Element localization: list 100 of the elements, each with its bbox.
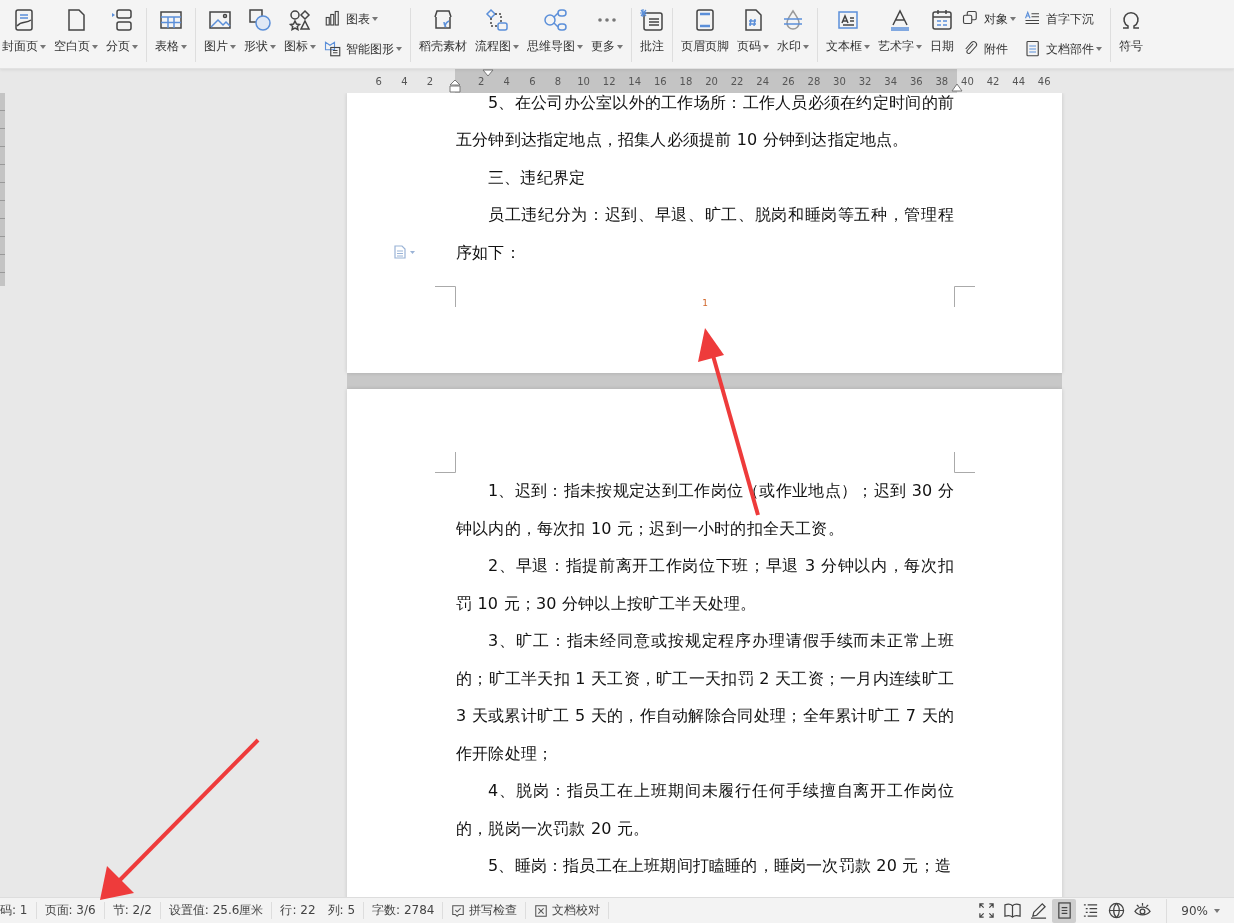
header-footer-icon — [693, 8, 717, 32]
paragraph-text: 2、早退：指提前离开工作岗位下班；早退 3 分钟以内，每次扣罚 10 元；30 分钟以上按旷工半天处理。 — [456, 555, 954, 615]
caret-icon — [513, 44, 519, 49]
caret-icon — [92, 44, 98, 49]
ruler-number: 42 — [985, 75, 1001, 87]
caret-icon — [132, 44, 138, 49]
caret-icon — [577, 44, 583, 49]
caret-icon — [763, 44, 769, 49]
status-text: 列: 5 — [327, 902, 356, 919]
toolbar-button[interactable]: 图标 — [280, 8, 320, 62]
toolbar-button[interactable]: 表格 — [151, 8, 191, 62]
toolbar-button[interactable]: 符号 — [1115, 8, 1147, 62]
caret-icon — [864, 44, 870, 49]
spell-check-icon — [451, 903, 466, 918]
toolbar-button[interactable]: 形状 — [240, 8, 280, 62]
ruler-number: 36 — [908, 75, 924, 87]
eye-icon — [1133, 902, 1151, 919]
ruler-number: 40 — [960, 75, 975, 87]
status-text: 页面: 3/6 — [44, 902, 96, 919]
ruler-number: 38 — [934, 75, 950, 87]
paragraph-text: 3、旷工：指未经同意或按规定程序办理请假手续而未正常上班的；旷工半天扣 1 天工资，旷工一天扣罚 2 天工资；一月内连续旷工 3 天或累计旷工 5 天的，作自动解除合同处理；全年累计旷工 7 天的作开除处理； — [456, 630, 954, 765]
paragraph-text: 5、在公司办公室以外的工作场所：工作人员必须在约定时间的前五分钟到达指定地点，招集人必须提前 10 分钟到达指定地点。 — [456, 93, 954, 151]
ruler-number: 26 — [780, 75, 796, 87]
toolbar-button[interactable]: 流程图 — [471, 8, 523, 62]
more-icon — [595, 17, 619, 23]
paragraph-text: 员工违纪分为：迟到、早退、旷工、脱岗和睡岗等五种，管理程序如下： — [456, 204, 954, 264]
toolbar-button[interactable]: 思维导图 — [523, 8, 587, 62]
toolbar-button[interactable]: 空白页 — [50, 8, 102, 62]
status-button[interactable]: 文档校对 — [526, 902, 610, 919]
toolbar-button[interactable]: 对象 — [958, 10, 1020, 28]
document-icon — [1024, 40, 1042, 58]
ruler-number: 44 — [1011, 75, 1026, 87]
ruler-number: 10 — [576, 75, 591, 87]
toolbar-button[interactable]: 图片 — [200, 8, 240, 62]
caret-icon — [803, 44, 809, 49]
toolbar-button[interactable]: 文本框 — [822, 8, 874, 62]
view-button[interactable] — [1052, 898, 1077, 923]
caret-icon — [916, 44, 922, 49]
ruler-number: 16 — [652, 75, 668, 87]
paragraph-text: 三、违纪界定 — [487, 166, 587, 189]
page-view-icon — [1055, 902, 1073, 919]
ruler-number: 32 — [857, 75, 873, 87]
toolbar-button[interactable]: 页码 — [733, 8, 773, 62]
caret-icon — [372, 17, 378, 21]
status-text: 节: 2/2 — [112, 902, 152, 919]
paragraph-text: 5、睡岗：指员工在上班期间打瞌睡的，睡岗一次罚款 20 元；造 — [487, 855, 952, 877]
pencil-icon — [1029, 902, 1047, 919]
flowchart-icon — [485, 8, 509, 32]
caret-icon — [230, 44, 236, 49]
toolbar-button[interactable]: 页眉页脚 — [677, 8, 733, 62]
ruler-number: 28 — [806, 75, 822, 87]
ruler-number: 20 — [704, 75, 719, 87]
ruler-number: 2 — [477, 75, 486, 87]
toolbar-button[interactable]: 封面页 — [0, 8, 50, 62]
toolbar-button[interactable]: 附件 — [958, 40, 1020, 58]
toolbar-button[interactable]: 智能图形 — [320, 40, 406, 58]
comment-icon — [640, 8, 664, 32]
caret-icon — [270, 44, 276, 49]
table-icon — [159, 8, 183, 32]
toolbar-button[interactable]: 水印 — [773, 8, 813, 62]
ruler-number: 30 — [832, 75, 847, 87]
toolbar-button[interactable]: 分页 — [102, 8, 142, 62]
zoom-dropdown[interactable]: 90% — [1167, 903, 1234, 918]
toolbar-button[interactable]: 更多 — [587, 8, 627, 62]
status-text: 字数: 2784 — [372, 902, 435, 919]
ruler-number: 14 — [627, 75, 643, 87]
status-button[interactable]: 拼写检查 — [443, 902, 527, 919]
ruler-number: 46 — [1036, 75, 1052, 87]
toolbar-button[interactable]: 图表 — [320, 10, 406, 28]
shapes-grid-icon — [288, 8, 312, 32]
caret-icon — [617, 44, 623, 49]
caret-icon — [1214, 908, 1220, 913]
caret-icon — [1010, 17, 1016, 21]
ruler-number: 18 — [678, 75, 694, 87]
ruler-number: 6 — [374, 75, 383, 87]
toolbar-button[interactable]: 首字下沉 — [1020, 10, 1106, 28]
ruler-number: 6 — [528, 75, 537, 87]
toolbar-button[interactable]: 艺术字 — [874, 8, 926, 62]
ruler-number: 22 — [729, 75, 745, 87]
picture-icon — [208, 8, 232, 32]
caret-icon — [310, 44, 316, 49]
ruler-number: 4 — [502, 75, 511, 87]
toolbar-button[interactable]: 日期 — [926, 8, 958, 62]
toolbar-button[interactable]: 批注 — [636, 8, 668, 62]
outline-icon — [1081, 902, 1099, 919]
smart-graphic-icon — [324, 40, 342, 58]
toolbar-button[interactable]: 稻壳素材 — [415, 8, 471, 62]
letter-a-icon — [888, 8, 912, 32]
margin-corner-mark — [954, 452, 975, 473]
caret-icon — [40, 44, 46, 49]
page-break-icon — [110, 8, 134, 32]
ruler-number: 24 — [755, 75, 771, 87]
toolbar-button[interactable]: 文档部件 — [1020, 40, 1106, 58]
caret-icon — [1096, 47, 1102, 51]
paragraph-text: 4、脱岗：指员工在上班期间未履行任何手续擅自离开工作岗位的，脱岗一次罚款 20 元。 — [456, 780, 954, 840]
caret-icon — [181, 44, 187, 49]
shop-icon — [431, 8, 455, 32]
margin-corner-mark — [435, 286, 456, 307]
mind-map-icon — [543, 8, 567, 32]
watermark-icon — [781, 8, 805, 32]
